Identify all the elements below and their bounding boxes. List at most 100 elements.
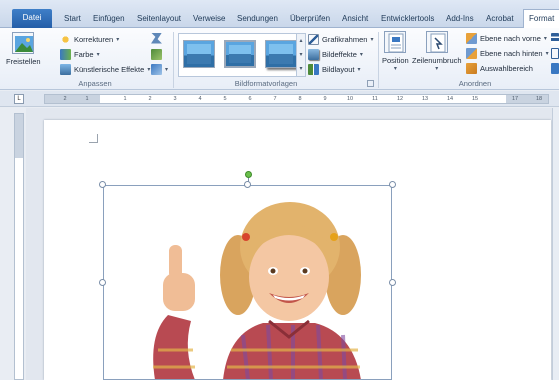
ruler-tick: 15 [471,96,479,102]
tab-selector[interactable]: L [14,94,24,104]
vertical-ruler[interactable] [14,113,24,380]
ruler-tick: 2 [148,96,152,102]
tab-start[interactable]: Start [64,10,81,28]
ruler-tick: 4 [198,96,202,102]
farbe-label: Farbe [74,49,94,59]
tab-ansicht[interactable]: Ansicht [342,10,368,28]
chevron-down-icon: ▾ [370,36,374,43]
horizontal-ruler-bar: L 2 1 1 2 3 4 5 6 7 8 9 10 11 12 13 14 1… [0,91,559,107]
tab-einfuegen[interactable]: Einfügen [93,10,125,28]
dialog-launcher-icon[interactable] [367,80,374,87]
chevron-up-icon[interactable]: ▴ [297,34,305,48]
kuenstlerische-effekte-button[interactable]: Künstlerische Effekte ▾ [60,62,150,76]
bring-forward-icon [466,32,477,44]
resize-handle-top-right[interactable] [389,181,396,188]
ruler-tick: 7 [273,96,277,102]
ruler-tick: 10 [346,96,354,102]
rotate-button[interactable] [551,61,559,75]
align-button[interactable] [551,31,559,45]
resize-handle-left[interactable] [99,279,106,286]
bildlayout-label: Bildlayout [322,64,355,74]
vertical-ruler-top-margin [15,114,23,158]
rotate-icon [551,62,559,74]
compress-icon [151,32,162,44]
resize-handle-top-left[interactable] [99,181,106,188]
tab-entwicklertools[interactable]: Entwicklertools [381,10,434,28]
selected-picture[interactable] [99,171,396,380]
compress-pictures-button[interactable] [151,31,162,45]
freistellen-button[interactable]: Freistellen [6,32,41,66]
chevron-down-icon: ▾ [435,66,439,72]
picture-styles-gallery[interactable] [178,33,305,77]
ruler-tick: 1 [123,96,127,102]
zeilenumbruch-label: Zeilenumbruch [412,56,462,65]
change-picture-icon [151,48,162,60]
tab-datei[interactable]: Datei [12,9,52,28]
tab-sendungen[interactable]: Sendungen [237,10,278,28]
grafikrahmen-button[interactable]: Grafikrahmen ▾ [308,32,373,46]
tab-format[interactable]: Format [523,9,559,29]
tab-add-ins[interactable]: Add-Ins [446,10,474,28]
picture-style-thumb[interactable] [224,40,256,68]
tab-acrobat[interactable]: Acrobat [486,10,514,28]
zeilenumbruch-button[interactable]: Zeilenumbruch ▾ [412,31,462,72]
chevron-down-icon: ▾ [545,50,549,57]
position-icon [384,31,407,53]
group-label-bildformatvorlagen: Bildformatvorlagen [234,79,298,88]
group-separator [173,32,174,88]
position-label: Position [382,56,409,65]
bildlayout-button[interactable]: Bildlayout ▾ [308,62,361,76]
chevron-down-icon: ▾ [147,66,151,73]
rotate-handle[interactable] [245,171,252,178]
gallery-more-icon[interactable]: ▾ [297,62,305,76]
bildeffekte-button[interactable]: Bildeffekte ▾ [308,47,363,61]
text-wrap-icon [425,31,448,53]
picture-style-thumb[interactable] [183,40,215,68]
picture-style-thumb[interactable] [265,40,297,68]
chevron-down-icon[interactable]: ▾ [297,48,305,62]
change-picture-button[interactable] [151,47,162,61]
ebene-vorne-label: Ebene nach vorne [480,33,541,43]
pen-border-icon [308,33,319,45]
ruler-tick: 9 [323,96,327,102]
ribbon: Freistellen Korrekturen ▾ Farbe ▾ Künstl… [0,28,559,90]
gallery-scrollbar[interactable]: ▴ ▾ ▾ [296,33,306,77]
reset-picture-icon [151,63,162,75]
ruler-tick: 12 [396,96,404,102]
group-separator [378,32,379,88]
selection-pane-icon [466,62,477,74]
chevron-down-icon: ▾ [165,66,169,73]
ruler-tick: 5 [223,96,227,102]
korrekturen-button[interactable]: Korrekturen ▾ [60,32,119,46]
reset-picture-button[interactable]: ▾ [151,62,168,76]
tab-verweise[interactable]: Verweise [193,10,225,28]
ruler-tick: 3 [173,96,177,102]
grafikrahmen-label: Grafikrahmen [322,34,368,44]
ribbon-tab-strip: Datei Start Einfügen Seitenlayout Verwei… [0,0,559,29]
position-button[interactable]: Position ▾ [382,31,409,72]
tab-seitenlayout[interactable]: Seitenlayout [137,10,181,28]
send-backward-icon [466,47,477,59]
ebene-nach-hinten-button[interactable]: Ebene nach hinten ▾ [466,46,549,60]
horizontal-ruler[interactable]: 2 1 1 2 3 4 5 6 7 8 9 10 11 12 13 14 15 … [44,94,549,104]
remove-background-icon [12,32,35,54]
ruler-tick: 1 [85,96,89,102]
picture-effects-icon [308,48,319,60]
group-button[interactable] [551,46,559,60]
chevron-down-icon: ▾ [359,51,363,58]
farbe-button[interactable]: Farbe ▾ [60,47,100,61]
resize-handle-right[interactable] [389,279,396,286]
bildeffekte-label: Bildeffekte [322,49,357,59]
ruler-tick: 6 [248,96,252,102]
ruler-tick: 14 [446,96,454,102]
tab-ueberpruefen[interactable]: Überprüfen [290,10,330,28]
ebene-nach-vorne-button[interactable]: Ebene nach vorne ▾ [466,31,547,45]
resize-handle-top[interactable] [244,181,251,188]
chevron-down-icon: ▾ [357,66,361,73]
ruler-tick: 8 [298,96,302,102]
ebene-hinten-label: Ebene nach hinten [480,48,543,58]
ruler-tick: 2 [63,96,67,102]
vertical-scrollbar[interactable] [552,108,559,380]
auswahlbereich-button[interactable]: Auswahlbereich [466,61,533,75]
picture-layout-icon [308,63,319,75]
